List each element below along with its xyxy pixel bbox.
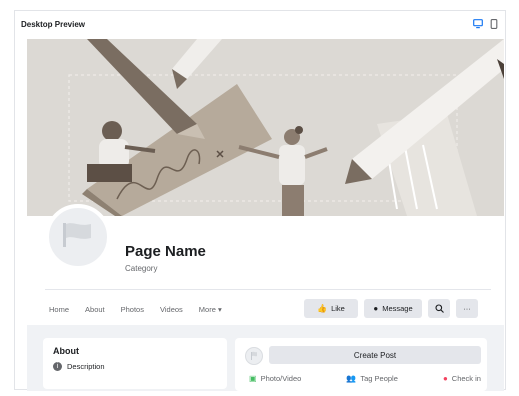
desktop-icon[interactable] bbox=[473, 19, 483, 29]
message-button[interactable]: ● Message bbox=[364, 299, 422, 318]
people-icon: 👥 bbox=[346, 374, 357, 383]
page-tabs: Home About Photos Videos More ▾ bbox=[49, 305, 238, 314]
page-category: Category bbox=[125, 264, 158, 273]
tag-people-action[interactable]: 👥 Tag People bbox=[346, 374, 398, 383]
post-actions: ▣ Photo/Video 👥 Tag People ● Check in bbox=[249, 374, 481, 383]
location-pin-icon: ● bbox=[442, 374, 448, 383]
create-post-card: Create Post ▣ Photo/Video 👥 Tag People ●… bbox=[235, 338, 487, 391]
device-switcher bbox=[473, 19, 499, 29]
create-post-button[interactable]: Create Post bbox=[269, 346, 481, 364]
messenger-icon: ● bbox=[373, 304, 379, 313]
profile-header: Page Name Category bbox=[27, 204, 504, 282]
check-in-action[interactable]: ● Check in bbox=[443, 374, 481, 383]
about-title: About bbox=[53, 346, 79, 356]
page-name: Page Name bbox=[125, 243, 206, 260]
info-icon: i bbox=[53, 362, 62, 371]
page-content: About i Description Create Post ▣ Photo/… bbox=[27, 325, 504, 391]
preview-header: Desktop Preview bbox=[15, 11, 505, 39]
page-actions: 👍 Like ● Message ··· bbox=[304, 299, 478, 318]
flag-icon bbox=[251, 351, 257, 360]
tab-more[interactable]: More ▾ bbox=[199, 305, 222, 314]
tab-videos[interactable]: Videos bbox=[160, 305, 183, 314]
tab-home[interactable]: Home bbox=[49, 305, 69, 314]
photo-icon: ▣ bbox=[249, 374, 257, 383]
search-icon bbox=[434, 304, 444, 313]
cover-illustration bbox=[27, 39, 504, 216]
photo-video-label: Photo/Video bbox=[260, 374, 302, 383]
more-options-label: ··· bbox=[463, 304, 471, 313]
preview-panel: Desktop Preview Page Name Category Home … bbox=[14, 10, 506, 391]
tab-photos[interactable]: Photos bbox=[121, 305, 144, 314]
profile-avatar[interactable] bbox=[45, 204, 111, 270]
mobile-icon[interactable] bbox=[489, 19, 499, 29]
description-text: Description bbox=[67, 362, 105, 371]
tab-about[interactable]: About bbox=[85, 305, 105, 314]
header-divider bbox=[45, 289, 491, 290]
like-label: Like bbox=[331, 304, 345, 313]
thumbs-up-icon: 👍 bbox=[317, 304, 328, 313]
post-avatar bbox=[245, 347, 263, 365]
flag-icon bbox=[63, 223, 91, 247]
check-in-label: Check in bbox=[451, 374, 481, 383]
photo-video-action[interactable]: ▣ Photo/Video bbox=[249, 374, 301, 383]
more-options-button[interactable]: ··· bbox=[456, 299, 478, 318]
like-button[interactable]: 👍 Like bbox=[304, 299, 358, 318]
description-row[interactable]: i Description bbox=[53, 362, 105, 371]
cover-photo bbox=[27, 39, 504, 216]
preview-title: Desktop Preview bbox=[21, 20, 86, 29]
about-card: About i Description bbox=[43, 338, 227, 389]
message-label: Message bbox=[382, 304, 413, 313]
search-button[interactable] bbox=[428, 299, 450, 318]
tag-people-label: Tag People bbox=[360, 374, 398, 383]
